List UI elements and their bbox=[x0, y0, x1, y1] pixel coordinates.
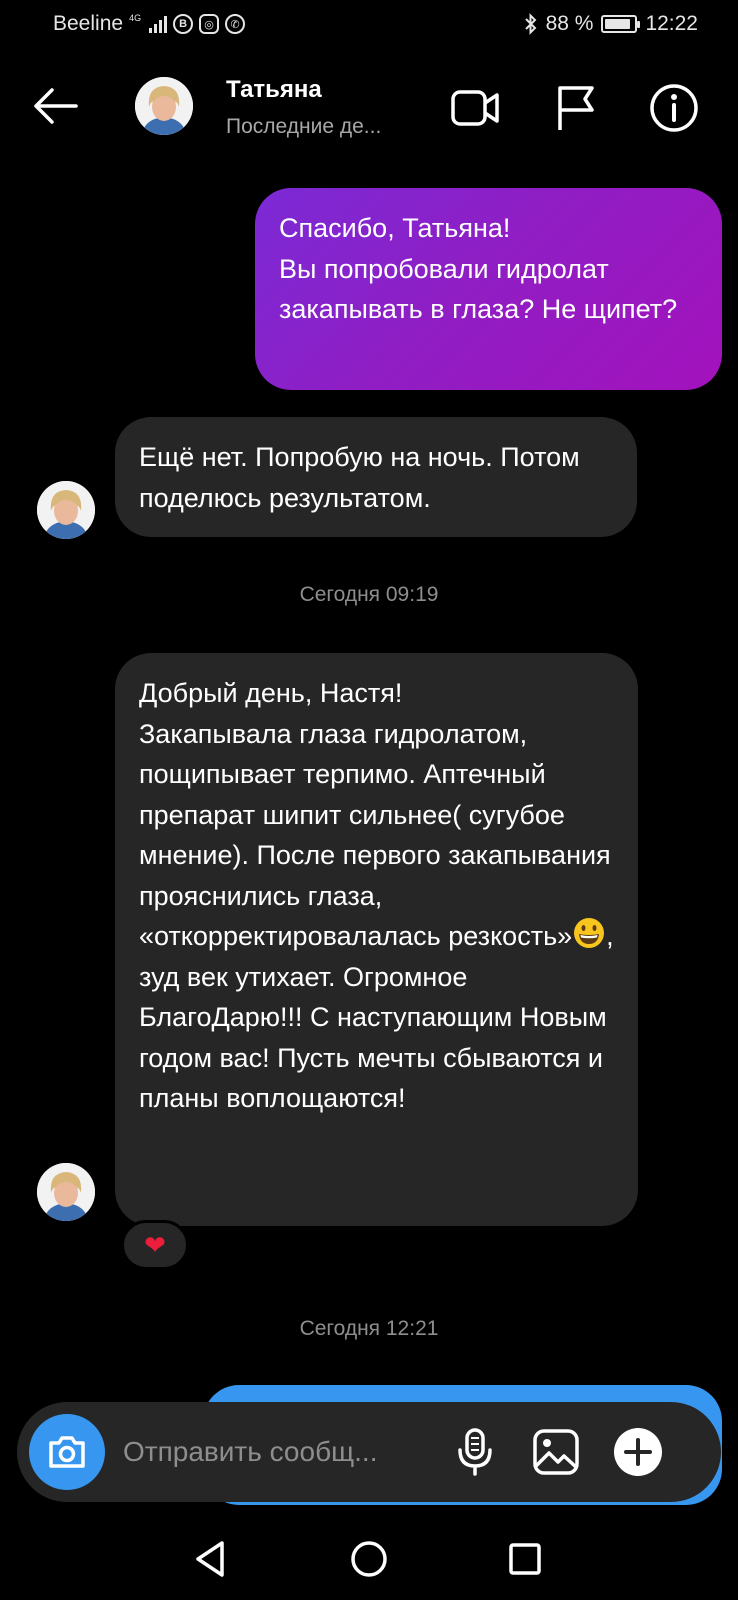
microphone-icon[interactable] bbox=[449, 1426, 501, 1478]
chat-header: Татьяна Последние де... bbox=[0, 60, 738, 155]
image-icon[interactable] bbox=[530, 1426, 582, 1478]
triangle-back-icon[interactable] bbox=[186, 1534, 236, 1584]
avatar-portrait bbox=[37, 481, 95, 539]
message-text: Спасибо, Татьяна! Вы попробовали гидрола… bbox=[279, 213, 678, 324]
avatar-portrait bbox=[37, 1163, 95, 1221]
carrier-name: Beeline bbox=[53, 12, 124, 35]
network-type: 4G bbox=[129, 12, 142, 23]
camera-icon bbox=[49, 1436, 85, 1468]
plus-circle-icon[interactable] bbox=[612, 1426, 664, 1478]
status-bar-right: 88 % 12:22 bbox=[524, 12, 698, 36]
incoming-message[interactable]: Ещё нет. Попробую на ночь. Потом поделюс… bbox=[115, 417, 637, 537]
video-camera-icon[interactable] bbox=[450, 82, 502, 134]
app-notification-icon: B bbox=[173, 14, 194, 34]
circle-home-icon[interactable] bbox=[344, 1534, 394, 1584]
camera-app-notification-icon: ◎ bbox=[199, 14, 220, 34]
sender-avatar[interactable] bbox=[37, 481, 95, 539]
incoming-message[interactable]: Добрый день, Настя! Закапывала глаза гид… bbox=[115, 653, 638, 1226]
sender-avatar[interactable] bbox=[37, 1163, 95, 1221]
phone-app-notification-icon: ✆ bbox=[225, 14, 246, 34]
outgoing-message[interactable]: Спасибо, Татьяна! Вы попробовали гидрола… bbox=[255, 188, 722, 390]
arrow-left-icon[interactable] bbox=[30, 86, 80, 126]
status-bar-left: Beeline 4G B ◎ ✆ bbox=[53, 12, 246, 36]
grinning-face-emoji bbox=[574, 918, 605, 948]
camera-button[interactable] bbox=[29, 1414, 105, 1490]
signal-strength-icon bbox=[149, 15, 168, 33]
battery-fill bbox=[605, 19, 631, 29]
message-text: Добрый день, Настя! Закапывала глаза гид… bbox=[139, 673, 624, 1119]
message-text: Ещё нет. Попробую на ночь. Потом поделюс… bbox=[139, 442, 580, 513]
bluetooth-icon bbox=[524, 13, 536, 35]
info-icon[interactable] bbox=[648, 82, 700, 134]
message-timestamp: Сегодня 09:19 bbox=[299, 583, 439, 606]
message-timestamp: Сегодня 12:21 bbox=[299, 1317, 439, 1340]
message-input[interactable] bbox=[123, 1430, 423, 1474]
contact-name[interactable]: Татьяна bbox=[226, 76, 322, 104]
avatar-portrait bbox=[135, 77, 193, 135]
message-text-part: Добрый день, Настя! Закапывала глаза гид… bbox=[139, 678, 611, 951]
heart-reaction[interactable]: ❤ bbox=[121, 1220, 189, 1270]
message-composer bbox=[17, 1402, 721, 1502]
contact-last-seen: Последние де... bbox=[226, 115, 382, 138]
clock: 12:22 bbox=[645, 12, 698, 35]
contact-avatar[interactable] bbox=[135, 77, 193, 135]
status-bar: Beeline 4G B ◎ ✆ 88 % 12:22 bbox=[0, 0, 738, 50]
battery-percent: 88 % bbox=[545, 12, 594, 35]
system-navigation-bar bbox=[0, 1520, 738, 1600]
flag-icon[interactable] bbox=[552, 82, 604, 134]
battery-icon bbox=[601, 15, 641, 33]
square-recents-icon[interactable] bbox=[500, 1534, 550, 1584]
